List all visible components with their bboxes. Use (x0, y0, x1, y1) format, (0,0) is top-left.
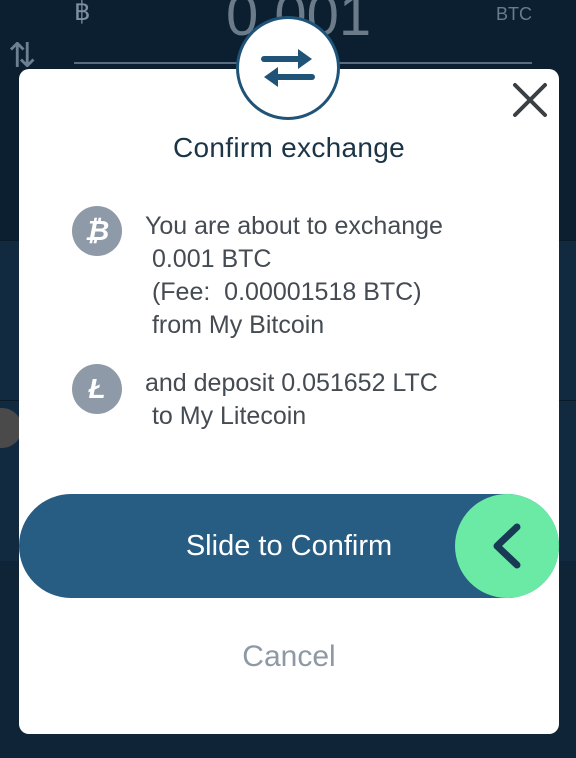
exchange-from-amount: 0.001 BTC (145, 245, 272, 273)
cancel-button[interactable]: Cancel (19, 640, 559, 674)
close-icon (513, 83, 547, 117)
close-button[interactable] (510, 80, 550, 120)
dialog-title: Confirm exchange (172, 132, 406, 163)
exchange-arrows-icon (236, 16, 340, 120)
exchange-to-details: and deposit 0.051652 LTC to My Litecoin (145, 367, 438, 433)
litecoin-icon: Ł (72, 364, 122, 414)
background-currency-symbol: ฿ (74, 0, 91, 26)
exchange-from-line1: You are about to exchange (145, 212, 443, 240)
bitcoin-icon: ₿ (72, 206, 122, 256)
exchange-from-details: You are about to exchange 0.001 BTC (Fee… (145, 210, 443, 342)
chevron-left-icon (493, 523, 521, 569)
slide-to-confirm[interactable]: Slide to Confirm (19, 494, 559, 598)
slider-handle[interactable] (455, 494, 559, 598)
exchange-to-amount: and deposit 0.051652 LTC (145, 369, 438, 397)
exchange-from-fee: (Fee: 0.00001518 BTC) (145, 278, 422, 306)
exchange-to-wallet: to My Litecoin (145, 402, 307, 430)
exchange-from-wallet: from My Bitcoin (145, 311, 325, 339)
background-unit: BTC (496, 4, 532, 24)
